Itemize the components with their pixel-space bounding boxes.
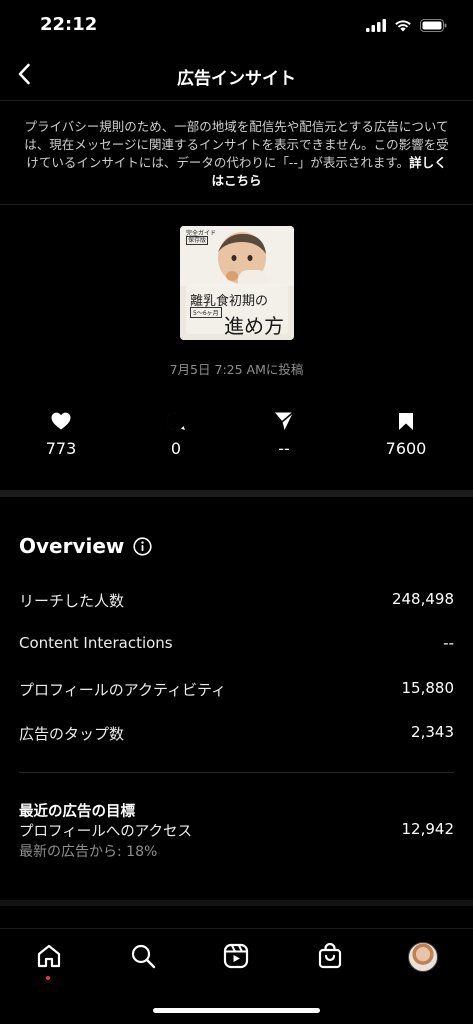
search-tab[interactable] xyxy=(128,941,158,971)
saves-stat: 7600 xyxy=(361,410,451,458)
home-icon xyxy=(37,944,61,968)
comments-count: 0 xyxy=(170,439,182,458)
wifi-icon xyxy=(394,17,412,36)
row-label: 広告のタップ数 xyxy=(19,725,125,743)
overview-heading: Overview xyxy=(19,534,153,558)
header-divider xyxy=(0,100,473,101)
thumbnail-range: 5〜6ヶ月 xyxy=(190,307,222,318)
likes-stat: 773 xyxy=(16,410,106,458)
status-icons xyxy=(366,17,447,36)
status-bar: 22:12 xyxy=(0,0,473,48)
battery-icon xyxy=(420,17,447,36)
row-label: リーチした人数 xyxy=(19,592,125,610)
reels-tab[interactable] xyxy=(221,941,251,971)
bookmark-icon xyxy=(361,410,451,432)
ad-goal-value: 12,942 xyxy=(401,820,455,838)
thumbnail-tag: 完全ガイド 保存版 xyxy=(186,230,217,245)
privacy-notice: プライバシー規則のため、一部の地域を配信先や配信元とする広告については、現在メッ… xyxy=(24,118,449,190)
header: 広告インサイト xyxy=(0,52,473,98)
row-label: Content Interactions xyxy=(19,634,173,652)
row-value: 2,343 xyxy=(411,723,454,741)
heart-icon xyxy=(16,410,106,432)
page-title: 広告インサイト xyxy=(177,69,296,89)
thumbnail-title-2: 進め方 xyxy=(224,314,284,338)
comments-stat: 0 xyxy=(131,410,221,458)
ad-goal-subtext: 最新の広告から: 18% xyxy=(19,844,158,860)
post-thumbnail[interactable]: 完全ガイド 保存版 離乳食初期の 5〜6ヶ月 進め方 xyxy=(180,226,294,340)
send-icon xyxy=(239,410,329,432)
ad-goal-name: プロフィールへのアクセス xyxy=(19,824,192,840)
bottom-tab-bar xyxy=(0,928,473,988)
shop-icon xyxy=(318,943,342,969)
profile-avatar[interactable] xyxy=(408,942,438,972)
shares-stat: -- xyxy=(239,410,329,458)
signal-icon xyxy=(366,17,386,36)
comment-icon xyxy=(131,410,221,432)
row-value: 15,880 xyxy=(401,679,455,697)
notification-dot xyxy=(46,976,50,980)
home-tab[interactable] xyxy=(34,941,64,971)
post-date: 7月5日 7:25 AMに投稿 xyxy=(169,362,304,377)
overview-divider xyxy=(19,772,454,773)
row-label: プロフィールのアクティビティ xyxy=(19,681,227,699)
row-value: 248,498 xyxy=(391,590,454,608)
section-divider xyxy=(0,490,473,497)
row-value: -- xyxy=(443,634,454,652)
info-icon[interactable] xyxy=(133,536,153,556)
home-indicator xyxy=(153,1008,320,1013)
ad-goal-title: 最近の広告の目標 xyxy=(19,804,135,820)
notice-divider xyxy=(0,204,473,205)
reels-icon xyxy=(223,943,249,969)
saves-count: 7600 xyxy=(385,439,427,458)
overview-title: Overview xyxy=(19,534,125,558)
status-time: 22:12 xyxy=(40,14,98,35)
search-icon xyxy=(131,944,156,969)
shares-count: -- xyxy=(278,439,290,458)
privacy-notice-text: プライバシー規則のため、一部の地域を配信先や配信元とする広告については、現在メッ… xyxy=(24,119,449,170)
shop-tab[interactable] xyxy=(315,941,345,971)
section-divider-bottom xyxy=(0,900,473,906)
likes-count: 773 xyxy=(45,439,77,458)
